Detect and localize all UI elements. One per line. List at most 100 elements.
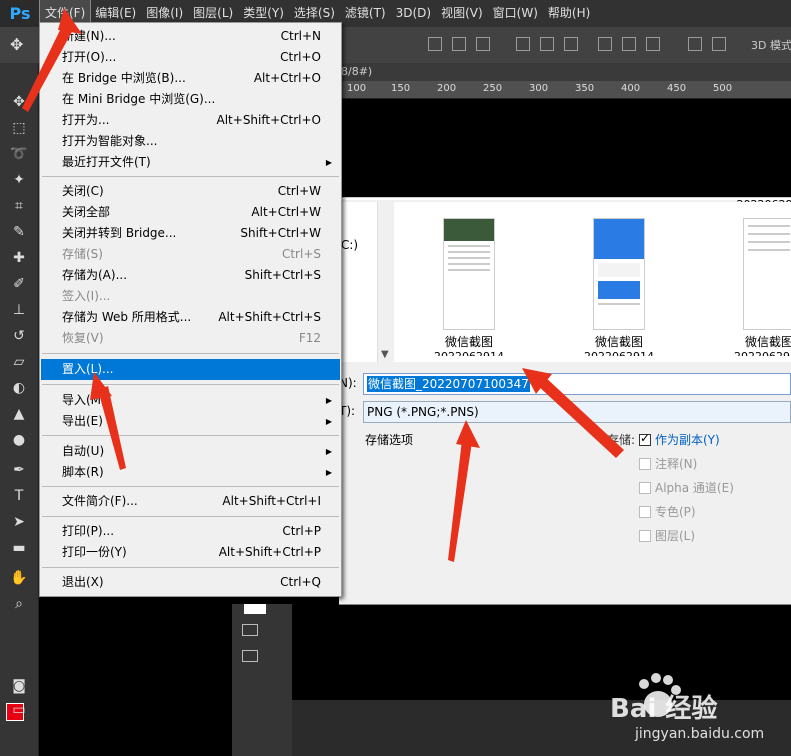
healing-brush-tool-icon[interactable]: ✚	[8, 247, 30, 269]
menu-item-open-smart-object[interactable]: 打开为智能对象...	[41, 131, 340, 152]
align-vcenter-icon[interactable]	[452, 37, 466, 51]
blur-tool-icon[interactable]: ▲	[8, 403, 30, 425]
save-options-label: 存储选项	[365, 433, 414, 447]
lasso-tool-icon[interactable]: ➰	[8, 143, 30, 165]
dodge-tool-icon[interactable]: ●	[8, 429, 30, 451]
menu-item-print[interactable]: 打印(P)... Ctrl+P	[41, 521, 340, 542]
annotations-checkbox[interactable]	[639, 458, 651, 470]
distribute-hcenter-icon[interactable]	[622, 37, 636, 51]
menu-item-browse-mini-bridge[interactable]: 在 Mini Bridge 中浏览(G)...	[41, 89, 340, 110]
magic-wand-tool-icon[interactable]: ✦	[8, 169, 30, 191]
menu-item-print-one-copy[interactable]: 打印一份(Y) Alt+Shift+Ctrl+P	[41, 542, 340, 563]
move-tool-icon[interactable]: ✥	[10, 35, 23, 54]
filename-input[interactable]: 微信截图_20220707100347	[363, 373, 791, 395]
menu-item-save-as[interactable]: 存储为(A)... Shift+Ctrl+S	[41, 265, 340, 286]
ruler-label: 250	[483, 83, 503, 94]
menu-item-close[interactable]: 关闭(C) Ctrl+W	[41, 181, 340, 202]
brush-tool-icon[interactable]: ✐	[8, 273, 30, 295]
format-row: T): PNG (*.PNG;*.PNS)	[339, 401, 791, 423]
menu-item-save-for-web[interactable]: 存储为 Web 所用格式... Alt+Shift+Ctrl+S	[41, 307, 340, 328]
menu-item-close-go-bridge[interactable]: 关闭并转到 Bridge... Shift+Ctrl+W	[41, 223, 340, 244]
align-top-icon[interactable]	[428, 37, 442, 51]
align-bottom-icon[interactable]	[476, 37, 490, 51]
menu-item-place[interactable]: 置入(L)...	[41, 359, 340, 380]
ruler-label: 200	[437, 83, 457, 94]
filename-value: 微信截图_20220707100347	[367, 376, 530, 392]
menu-item-close-all[interactable]: 关闭全部 Alt+Ctrl+W	[41, 202, 340, 223]
menu-item-automate[interactable]: 自动(U) ▶	[41, 441, 340, 462]
screen-mode-icon[interactable]	[242, 650, 258, 662]
menu-window[interactable]: 窗口(W)	[488, 0, 543, 27]
menu-item-scripts[interactable]: 脚本(R) ▶	[41, 462, 340, 483]
menu-separator	[42, 384, 339, 385]
thumbnail-caption: 微信截图	[744, 335, 791, 349]
screen-mode-icon[interactable]: ▭	[8, 699, 30, 721]
spot-colors-checkbox[interactable]	[639, 506, 651, 518]
quick-mask-icon[interactable]: ◙	[8, 675, 30, 697]
file-list-scrollbar[interactable]: ▼	[377, 202, 394, 362]
menu-item-recent-files[interactable]: 最近打开文件(T) ▶	[41, 152, 340, 173]
submenu-arrow-icon: ▶	[325, 396, 332, 405]
menu-item-save[interactable]: 存储(S) Ctrl+S	[41, 244, 340, 265]
screenshot-thumbnail-image	[743, 218, 791, 330]
menu-item-file-info[interactable]: 文件简介(F)... Alt+Shift+Ctrl+I	[41, 491, 340, 512]
move-tool-icon[interactable]: ✥	[8, 91, 30, 113]
paint-bucket-tool-icon[interactable]: ◐	[8, 377, 30, 399]
menu-separator	[42, 567, 339, 568]
distribute-vcenter-icon[interactable]	[540, 37, 554, 51]
auto-blend-icon[interactable]	[712, 37, 726, 51]
drive-label[interactable]: C:)	[341, 238, 358, 252]
panel-dock-strip	[270, 604, 290, 756]
path-selection-tool-icon[interactable]: ➤	[8, 511, 30, 533]
zoom-tool-icon[interactable]: ⌕	[8, 593, 30, 615]
distribute-right-icon[interactable]	[646, 37, 660, 51]
watermark-url: jingyan.baidu.com	[635, 726, 765, 742]
menu-item-new[interactable]: 新建(N)... Ctrl+N	[41, 26, 340, 47]
eraser-tool-icon[interactable]: ▱	[8, 351, 30, 373]
menu-item-open-as[interactable]: 打开为... Alt+Shift+Ctrl+O	[41, 110, 340, 131]
quick-mask-icon[interactable]	[242, 624, 258, 636]
menu-separator	[42, 353, 339, 354]
menu-separator	[42, 435, 339, 436]
alpha-channels-checkbox[interactable]	[639, 482, 651, 494]
as-copy-checkbox[interactable]	[639, 431, 651, 446]
submenu-arrow-icon: ▶	[325, 158, 332, 167]
stamp-tool-icon[interactable]: ⊥	[8, 299, 30, 321]
history-brush-tool-icon[interactable]: ↺	[8, 325, 30, 347]
distribute-left-icon[interactable]	[598, 37, 612, 51]
marquee-tool-icon[interactable]: ⬚	[8, 117, 30, 139]
menu-item-browse-bridge[interactable]: 在 Bridge 中浏览(B)... Alt+Ctrl+O	[41, 68, 340, 89]
menu-item-revert[interactable]: 恢复(V) F12	[41, 328, 340, 349]
layers-checkbox[interactable]	[639, 530, 651, 542]
distribute-bottom-icon[interactable]	[564, 37, 578, 51]
scroll-down-icon[interactable]: ▼	[381, 349, 389, 360]
photoshop-logo: Ps	[0, 0, 40, 27]
watermark-brand: Bai 经验	[610, 694, 718, 724]
file-thumbnail[interactable]: 微信截图 20220629143	[734, 218, 791, 356]
document-tab[interactable]: 8/8#)	[339, 63, 791, 81]
distribute-top-icon[interactable]	[516, 37, 530, 51]
thumbnail-caption: 微信截图	[594, 335, 643, 349]
menu-item-exit[interactable]: 退出(X) Ctrl+Q	[41, 572, 340, 593]
eyedropper-tool-icon[interactable]: ✎	[8, 221, 30, 243]
auto-align-icon[interactable]	[688, 37, 702, 51]
menu-filter[interactable]: 滤镜(T)	[340, 0, 391, 27]
file-thumbnail[interactable]: 微信截图 20220629141521	[434, 218, 504, 356]
menu-view[interactable]: 视图(V)	[436, 0, 488, 27]
menu-3d[interactable]: 3D(D)	[391, 0, 436, 27]
type-tool-icon[interactable]: T	[8, 485, 30, 507]
menu-separator	[42, 176, 339, 177]
menu-help[interactable]: 帮助(H)	[543, 0, 595, 27]
menu-item-import[interactable]: 导入(M) ▶	[41, 390, 340, 411]
crop-tool-icon[interactable]: ⌗	[8, 195, 30, 217]
navigation-pane[interactable]: C:)	[339, 202, 377, 362]
thumbnail-caption-2: 20220629141545	[584, 350, 654, 356]
menu-item-open[interactable]: 打开(O)... Ctrl+O	[41, 47, 340, 68]
file-thumbnail[interactable]: 微信截图 20220629141545	[584, 218, 654, 356]
format-select[interactable]: PNG (*.PNG;*.PNS)	[363, 401, 791, 423]
menu-item-check-in[interactable]: 签入(I)...	[41, 286, 340, 307]
shape-tool-icon[interactable]: ▬	[8, 537, 30, 559]
menu-item-export[interactable]: 导出(E) ▶	[41, 411, 340, 432]
pen-tool-icon[interactable]: ✒	[8, 459, 30, 481]
hand-tool-icon[interactable]: ✋	[8, 567, 30, 589]
